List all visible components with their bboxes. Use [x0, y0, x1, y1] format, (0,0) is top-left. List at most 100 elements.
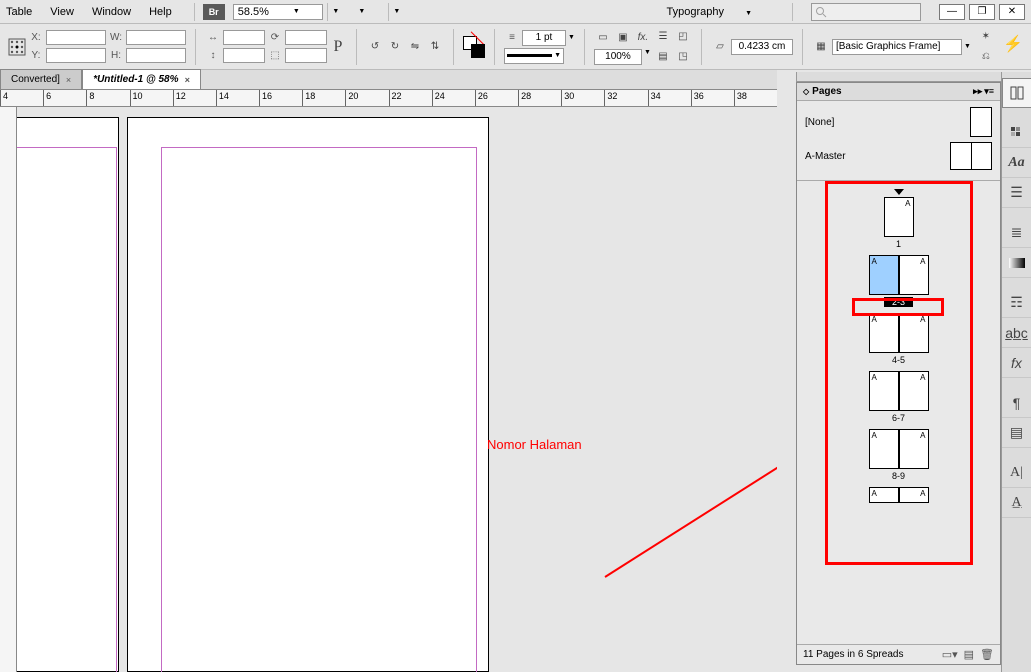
gradient-panel-icon[interactable]	[1002, 248, 1031, 278]
fill-frame-icon[interactable]: ▣	[614, 29, 632, 47]
new-page-icon[interactable]: ▤	[964, 648, 974, 661]
document-tab[interactable]: Converted]×	[0, 69, 82, 89]
x-position-field[interactable]	[46, 30, 106, 45]
master-a-label: A-Master	[805, 151, 950, 162]
shear-icon: ⬚	[267, 48, 283, 64]
document-tab-active[interactable]: *Untitled-1 @ 58%×	[82, 69, 201, 89]
pasteboard[interactable]: Nomor Halaman	[17, 107, 777, 672]
text-wrap-around-icon[interactable]: ▤	[654, 48, 672, 66]
screen-mode-icon[interactable]: ▼	[360, 2, 382, 22]
bridge-icon[interactable]: Br	[203, 4, 225, 20]
minimize-button[interactable]: —	[939, 4, 965, 20]
page-thumb[interactable]: A	[869, 487, 899, 503]
master-none-label: [None]	[805, 117, 970, 128]
stroke-weight-field[interactable]: 1 pt	[522, 30, 566, 46]
page-thumb[interactable]: A	[884, 197, 914, 237]
corner-shape-icon[interactable]: ◳	[674, 48, 692, 66]
menu-table[interactable]: Table	[6, 6, 32, 18]
page-thumb[interactable]: A	[869, 371, 899, 411]
annotation-text: Nomor Halaman	[487, 437, 582, 452]
page-thumb[interactable]: A	[869, 313, 899, 353]
character-styles-icon[interactable]: Aa	[1002, 148, 1031, 178]
align-panel-icon[interactable]: A̲	[1002, 488, 1031, 518]
quick-apply-icon[interactable]: ✶	[977, 28, 995, 46]
pages-panel-icon[interactable]	[1002, 78, 1031, 108]
separator	[327, 3, 328, 21]
reference-point-icon[interactable]	[8, 38, 26, 56]
master-a-thumb[interactable]	[950, 142, 992, 170]
swatches-panel-icon[interactable]	[1002, 118, 1031, 148]
rotate-90-ccw-icon[interactable]: ↺	[366, 38, 384, 56]
object-style-dropdown[interactable]: [Basic Graphics Frame]	[832, 39, 962, 55]
effects-panel-icon[interactable]: fx	[1002, 348, 1031, 378]
arrange-documents-icon[interactable]: ▼	[395, 2, 417, 22]
menu-window[interactable]: Window	[92, 6, 131, 18]
story-panel-icon[interactable]: ☶	[1002, 288, 1031, 318]
y-position-field[interactable]	[46, 48, 106, 63]
page-thumb[interactable]: A	[899, 487, 929, 503]
panel-menu-icon[interactable]: ▾≡	[984, 86, 994, 97]
corner-options-icon[interactable]: ◰	[674, 28, 692, 46]
paragraph-styles-icon[interactable]: ☰	[1002, 178, 1031, 208]
maximize-button[interactable]: ❐	[969, 4, 995, 20]
rotate-90-cw-icon[interactable]: ↻	[386, 38, 404, 56]
close-button[interactable]: ✕	[999, 4, 1025, 20]
scale-x-field[interactable]	[223, 30, 265, 45]
width-field[interactable]	[126, 30, 186, 45]
menu-view[interactable]: View	[50, 6, 74, 18]
pages-list[interactable]: A1AA2-3AA4-5AA6-7AA8-9AA	[797, 181, 1000, 644]
search-input[interactable]	[811, 3, 921, 21]
collapse-icon[interactable]: ▸▸	[973, 86, 982, 97]
workspace-switcher[interactable]: Typography ▼	[667, 6, 770, 18]
master-a-row[interactable]: A-Master	[805, 139, 992, 173]
margin-guide-right	[161, 147, 477, 672]
edit-page-size-icon[interactable]: ▭▾	[942, 648, 958, 661]
char-type-p-icon[interactable]: P	[329, 38, 347, 56]
page-thumb[interactable]: A	[899, 371, 929, 411]
corner-radius-field[interactable]: 0.4233 cm	[731, 39, 793, 55]
close-tab-icon[interactable]: ×	[185, 75, 190, 85]
menu-bar: Table View Window Help Br 58.5%▼ ▼ ▼ ▼ T…	[0, 0, 1031, 24]
frame-edge-icon[interactable]: ▱	[711, 38, 729, 56]
page-thumb[interactable]: A	[899, 429, 929, 469]
scale-y-field[interactable]	[223, 48, 265, 63]
pages-panel-header[interactable]: ◇ Pages ▸▸▾≡	[797, 83, 1000, 101]
panel-collapse-strip[interactable]: ◀◀ ×	[796, 72, 1031, 82]
text-wrap-icon[interactable]: ☰	[654, 28, 672, 46]
h-icon: H:	[108, 48, 124, 64]
character-panel-icon[interactable]: A|	[1002, 458, 1031, 488]
fill-stroke-swatch[interactable]	[463, 36, 485, 58]
paragraph-panel-icon[interactable]: ¶	[1002, 388, 1031, 418]
close-tab-icon[interactable]: ×	[66, 75, 71, 85]
effects-icon[interactable]: fx.	[634, 29, 652, 47]
stroke-panel-icon[interactable]: ≣	[1002, 218, 1031, 248]
page-thumb[interactable]: A	[869, 429, 899, 469]
updown-icon: ◇	[803, 87, 809, 96]
glyphs-panel-icon[interactable]: ab̲c	[1002, 318, 1031, 348]
page-thumb[interactable]: A	[899, 255, 929, 295]
page-thumb[interactable]: A	[899, 313, 929, 353]
chevron-down-icon: ▼	[293, 8, 300, 15]
horizontal-ruler[interactable]: 468101214161820222426283032343638	[0, 90, 777, 107]
flip-vertical-icon[interactable]: ⇅	[426, 38, 444, 56]
page-thumb[interactable]: A	[869, 255, 899, 295]
view-options-icon[interactable]: ▼	[334, 2, 356, 22]
master-none-row[interactable]: [None]	[805, 105, 992, 139]
clear-overrides-icon[interactable]: ⎌	[977, 48, 995, 66]
height-field[interactable]	[126, 48, 186, 63]
rotate-field[interactable]	[285, 30, 327, 45]
annotation-arrow	[500, 437, 777, 597]
quick-apply-bolt-icon[interactable]: ⚡	[1003, 34, 1023, 54]
text-wrap-panel-icon[interactable]: ▤	[1002, 418, 1031, 448]
stroke-style-dropdown[interactable]: ▼	[504, 48, 564, 64]
zoom-level-dropdown[interactable]: 58.5%▼	[233, 4, 323, 20]
auto-fit-icon[interactable]: ▭	[594, 29, 612, 47]
shear-field[interactable]	[285, 48, 327, 63]
master-badge: A	[872, 431, 877, 440]
vertical-ruler[interactable]	[0, 107, 17, 672]
opacity-field[interactable]: 100%	[594, 49, 642, 65]
delete-page-icon[interactable]: 🗑	[980, 648, 994, 661]
flip-horizontal-icon[interactable]: ⇋	[406, 38, 424, 56]
menu-help[interactable]: Help	[149, 6, 172, 18]
master-none-thumb[interactable]	[970, 107, 992, 137]
